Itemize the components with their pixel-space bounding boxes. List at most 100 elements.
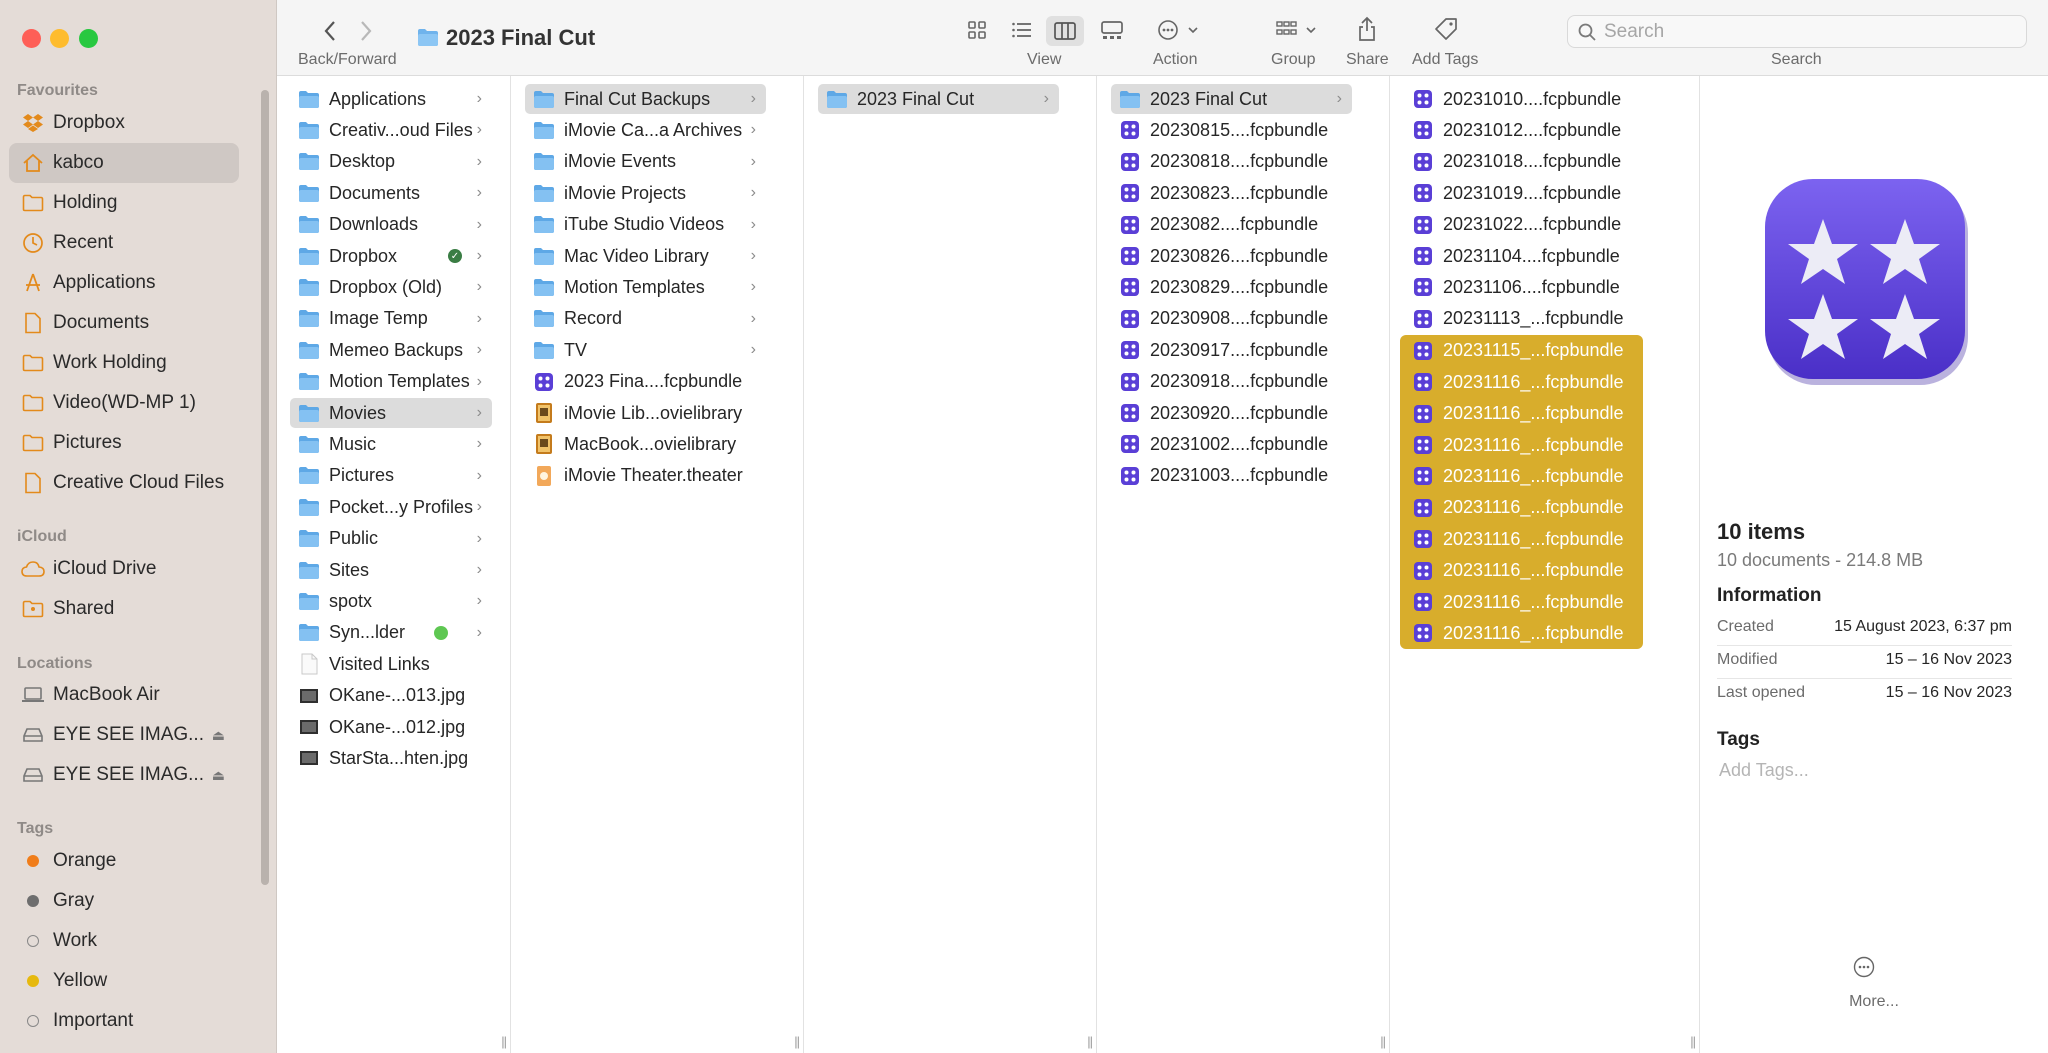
folder-row[interactable]: Syn...lder › bbox=[290, 618, 492, 648]
file-row[interactable]: 20231116_...fcpbundle bbox=[1400, 366, 1643, 398]
list-view-icon[interactable] bbox=[1011, 20, 1033, 40]
sidebar-item[interactable]: Important bbox=[9, 1001, 239, 1041]
folder-row[interactable]: Public › bbox=[290, 524, 492, 554]
folder-row[interactable]: Pictures › bbox=[290, 461, 492, 491]
folder-row[interactable]: Record › bbox=[525, 304, 766, 334]
sidebar-item[interactable]: EYE SEE IMAG... ⏏ bbox=[9, 715, 239, 755]
folder-row[interactable]: Dropbox (Old) › bbox=[290, 272, 492, 302]
search-input[interactable] bbox=[1604, 20, 2004, 43]
file-row[interactable]: 20230917....fcpbundle bbox=[1111, 335, 1352, 365]
file-row[interactable]: 2023082....fcpbundle bbox=[1111, 210, 1352, 240]
add-tags-field[interactable]: Add Tags... bbox=[1719, 760, 1809, 781]
folder-row[interactable]: Sites › bbox=[290, 555, 492, 585]
zoom-window-button[interactable] bbox=[79, 29, 98, 48]
file-row[interactable]: 20230815....fcpbundle bbox=[1111, 115, 1352, 145]
file-row[interactable]: MacBook...ovielibrary bbox=[525, 429, 766, 459]
tag-icon[interactable] bbox=[1434, 17, 1458, 41]
folder-row[interactable]: Music › bbox=[290, 429, 492, 459]
sidebar-item[interactable]: Work Holding bbox=[9, 343, 239, 383]
folder-row[interactable]: Mac Video Library › bbox=[525, 241, 766, 271]
folder-row[interactable]: iMovie Ca...a Archives › bbox=[525, 115, 766, 145]
sidebar-item[interactable]: Gray bbox=[9, 881, 239, 921]
file-row[interactable]: 20231106....fcpbundle bbox=[1404, 272, 1647, 302]
file-row[interactable]: 20231115_...fcpbundle bbox=[1400, 335, 1643, 367]
sidebar-item[interactable]: MacBook Air bbox=[9, 675, 239, 715]
column-view-button[interactable] bbox=[1046, 16, 1084, 46]
file-row[interactable]: 20231116_...fcpbundle bbox=[1400, 398, 1643, 430]
file-row[interactable]: 2023 Fina....fcpbundle bbox=[525, 367, 766, 397]
file-row[interactable]: 20231003....fcpbundle bbox=[1111, 461, 1352, 491]
folder-row[interactable]: Creativ...oud Files › bbox=[290, 115, 492, 145]
action-ellipsis-icon[interactable] bbox=[1157, 19, 1203, 41]
close-window-button[interactable] bbox=[22, 29, 41, 48]
file-row[interactable]: OKane-...012.jpg bbox=[290, 712, 492, 742]
sidebar-item[interactable]: Pictures bbox=[9, 423, 239, 463]
file-row[interactable]: 20231022....fcpbundle bbox=[1404, 210, 1647, 240]
eject-icon[interactable]: ⏏ bbox=[212, 767, 225, 784]
sidebar-item[interactable]: EYE SEE IMAG... ⏏ bbox=[9, 755, 239, 795]
folder-row[interactable]: Desktop › bbox=[290, 147, 492, 177]
file-row[interactable]: Visited Links bbox=[290, 649, 492, 679]
file-row[interactable]: 20231018....fcpbundle bbox=[1404, 147, 1647, 177]
more-ellipsis-icon[interactable] bbox=[1853, 956, 1875, 978]
file-row[interactable]: 20231116_...fcpbundle bbox=[1400, 523, 1643, 555]
folder-row[interactable]: 2023 Final Cut › bbox=[818, 84, 1059, 114]
eject-icon[interactable]: ⏏ bbox=[212, 727, 225, 744]
sidebar-item[interactable]: iCloud Drive bbox=[9, 549, 239, 589]
file-row[interactable]: 20230826....fcpbundle bbox=[1111, 241, 1352, 271]
file-row[interactable]: 20231116_...fcpbundle bbox=[1400, 586, 1643, 618]
file-row[interactable]: 20231010....fcpbundle bbox=[1404, 84, 1647, 114]
file-row[interactable]: iMovie Lib...ovielibrary bbox=[525, 398, 766, 428]
folder-row[interactable]: Final Cut Backups › bbox=[525, 84, 766, 114]
folder-row[interactable]: Memeo Backups › bbox=[290, 335, 492, 365]
folder-row[interactable]: Applications › bbox=[290, 84, 492, 114]
sidebar-item[interactable]: Yellow bbox=[9, 961, 239, 1001]
file-row[interactable]: 20231019....fcpbundle bbox=[1404, 178, 1647, 208]
file-row[interactable]: 20230908....fcpbundle bbox=[1111, 304, 1352, 334]
file-row[interactable]: 20230918....fcpbundle bbox=[1111, 367, 1352, 397]
sidebar-scrollbar[interactable] bbox=[261, 90, 269, 885]
file-row[interactable]: 20231116_...fcpbundle bbox=[1400, 555, 1643, 587]
file-row[interactable]: OKane-...013.jpg bbox=[290, 681, 492, 711]
forward-chevron-icon[interactable] bbox=[359, 20, 373, 42]
folder-row[interactable]: Documents › bbox=[290, 178, 492, 208]
folder-row[interactable]: Movies › bbox=[290, 398, 492, 428]
more-button[interactable]: More... bbox=[1700, 993, 2048, 1011]
back-chevron-icon[interactable] bbox=[323, 20, 337, 42]
column-resize-handle[interactable]: || bbox=[794, 1034, 800, 1049]
folder-row[interactable]: TV › bbox=[525, 335, 766, 365]
column-resize-handle[interactable]: || bbox=[501, 1034, 507, 1049]
file-row[interactable]: iMovie Theater.theater bbox=[525, 461, 766, 491]
sidebar-item[interactable]: Dropbox bbox=[9, 103, 239, 143]
icon-view-icon[interactable] bbox=[967, 20, 987, 40]
folder-row[interactable]: Motion Templates › bbox=[525, 272, 766, 302]
sidebar-item[interactable]: Applications bbox=[9, 263, 239, 303]
sidebar-item[interactable]: kabco bbox=[9, 143, 239, 183]
file-row[interactable]: 20231002....fcpbundle bbox=[1111, 429, 1352, 459]
sidebar-item[interactable]: Recent bbox=[9, 223, 239, 263]
file-row[interactable]: 20230920....fcpbundle bbox=[1111, 398, 1352, 428]
file-row[interactable]: 20231116_...fcpbundle bbox=[1400, 429, 1643, 461]
minimize-window-button[interactable] bbox=[50, 29, 69, 48]
group-grid-icon[interactable] bbox=[1275, 19, 1321, 41]
file-row[interactable]: 20231012....fcpbundle bbox=[1404, 115, 1647, 145]
column-resize-handle[interactable]: || bbox=[1380, 1034, 1386, 1049]
folder-row[interactable]: Image Temp › bbox=[290, 304, 492, 334]
file-row[interactable]: 20230829....fcpbundle bbox=[1111, 272, 1352, 302]
file-row[interactable]: StarSta...hten.jpg bbox=[290, 743, 492, 773]
folder-row[interactable]: spotx › bbox=[290, 586, 492, 616]
folder-row[interactable]: 2023 Final Cut › bbox=[1111, 84, 1352, 114]
sidebar-item[interactable]: Video(WD-MP 1) bbox=[9, 383, 239, 423]
search-field[interactable] bbox=[1567, 15, 2027, 48]
folder-row[interactable]: Motion Templates › bbox=[290, 367, 492, 397]
file-row[interactable]: 20231104....fcpbundle bbox=[1404, 241, 1647, 271]
folder-row[interactable]: Dropbox ✓ › bbox=[290, 241, 492, 271]
sidebar-item[interactable]: Holding bbox=[9, 183, 239, 223]
file-row[interactable]: 20231113_...fcpbundle bbox=[1404, 304, 1647, 334]
sidebar-item[interactable]: Creative Cloud Files bbox=[9, 463, 239, 503]
gallery-view-icon[interactable] bbox=[1101, 20, 1123, 40]
share-icon[interactable] bbox=[1357, 16, 1377, 42]
file-row[interactable]: 20230818....fcpbundle bbox=[1111, 147, 1352, 177]
file-row[interactable]: 20231116_...fcpbundle bbox=[1400, 492, 1643, 524]
sidebar-item[interactable]: Documents bbox=[9, 303, 239, 343]
